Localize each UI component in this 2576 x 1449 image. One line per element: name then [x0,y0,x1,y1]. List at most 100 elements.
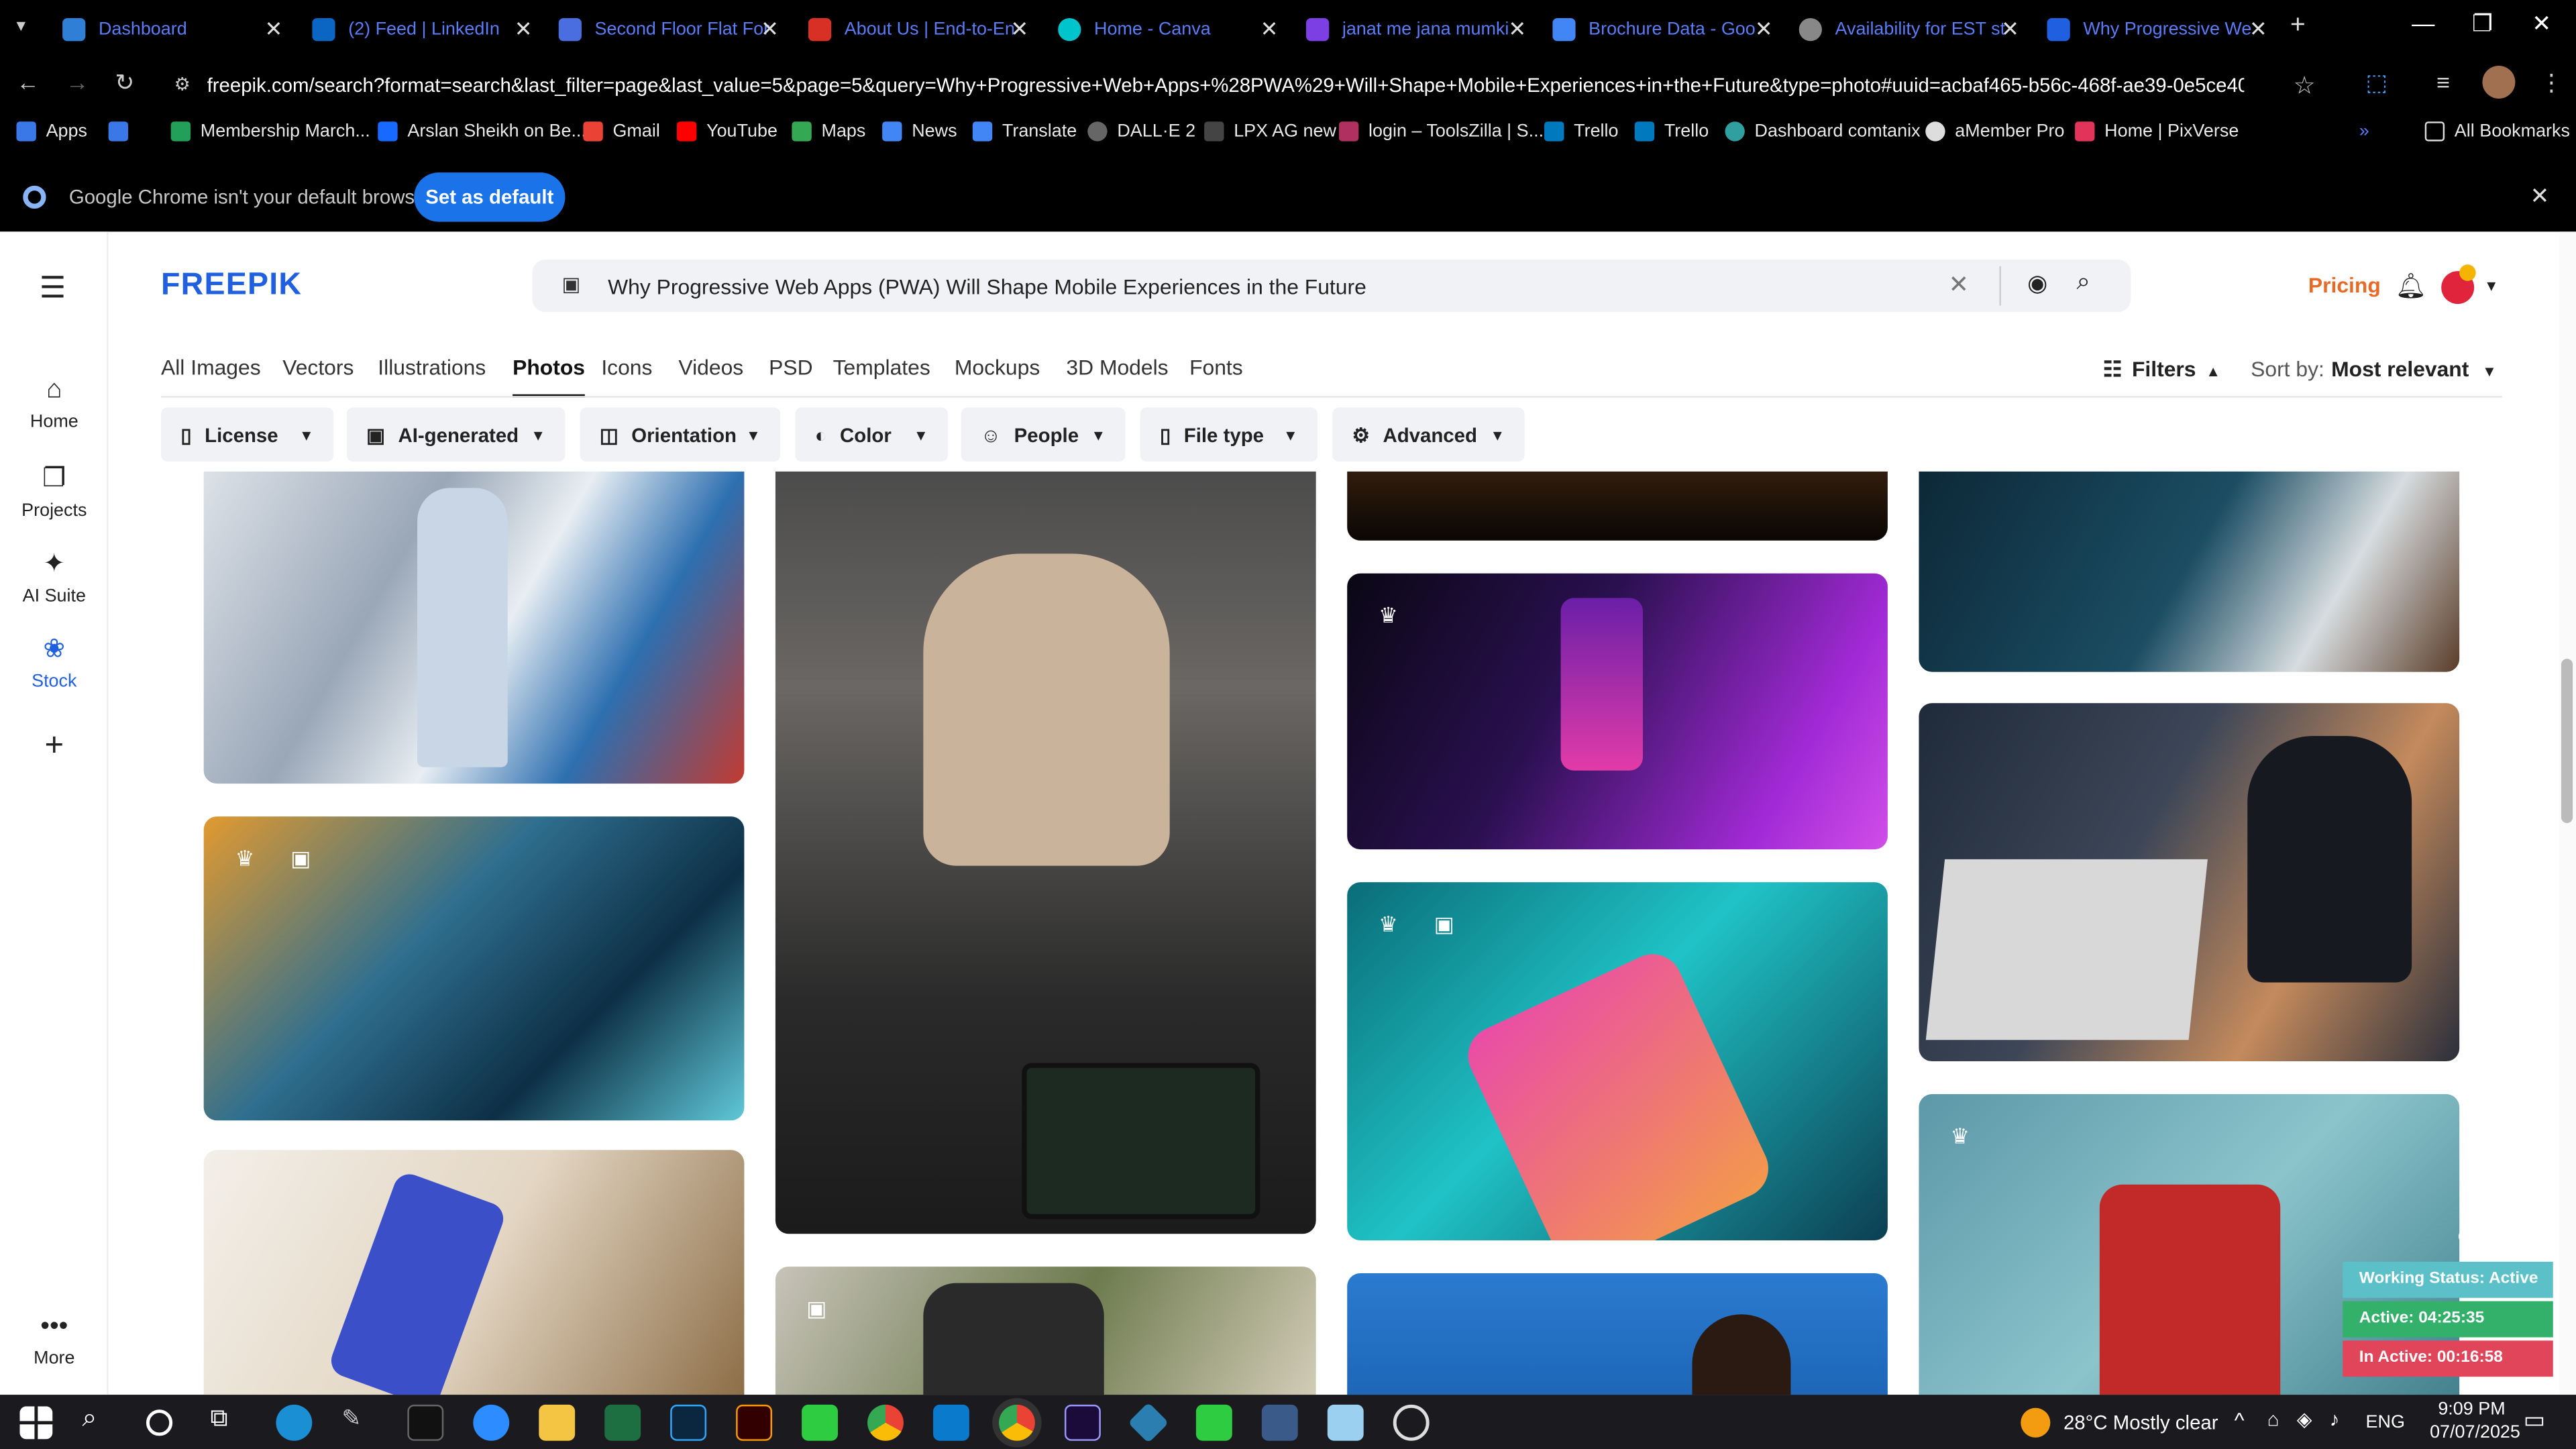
filter-orientation[interactable]: ◫ Orientation ▼ [580,407,781,462]
clock-date[interactable]: 07/07/2025 [2430,1423,2520,1442]
bookmark-arslan[interactable]: Arslan Sheikh on Be... [378,121,586,142]
chrome-active-icon[interactable] [998,1404,1035,1441]
forward-icon[interactable]: → [66,69,89,95]
filter-license[interactable]: ▯ License ▼ [161,407,334,462]
bookmark-apps[interactable]: Apps [16,121,87,142]
app-diamond-icon[interactable] [1128,1402,1169,1444]
open-app-link[interactable]: Open App ↗ [2458,1229,2549,1247]
search-bar[interactable]: ▣ Why Progressive Web Apps (PWA) Will Sh… [532,259,2131,313]
scrollbar-thumb[interactable] [2561,659,2573,823]
minimize-icon[interactable]: — [2399,10,2448,36]
close-icon[interactable]: ✕ [1010,16,1028,42]
photoshop-icon[interactable] [670,1404,707,1441]
edge-icon[interactable] [276,1404,313,1441]
set-as-default-button[interactable]: Set as default [414,172,566,222]
bookmark-trello-1[interactable]: Trello [1544,121,1619,142]
sidebar-item-stock[interactable]: ❀ Stock [0,633,109,692]
freepik-logo[interactable]: FREEPIK [161,268,302,304]
tab-janat[interactable]: janat me jana mumki ✕ [1305,7,1536,53]
task-view-icon[interactable]: ⧉ [210,1405,246,1441]
tab-availability[interactable]: Availability for EST st ✕ [1799,7,2029,53]
network-icon[interactable]: ⌂ [2267,1408,2279,1431]
media-icon[interactable]: ≡ [2436,69,2450,95]
all-bookmarks[interactable]: All Bookmarks [2424,121,2570,142]
menu-icon[interactable]: ⋮ [2540,69,2563,97]
windows-start-icon[interactable] [19,1406,53,1440]
search-icon[interactable]: ⌕ [2077,268,2091,296]
tab-dashboard[interactable]: Dashboard ✕ [62,7,292,53]
profile-avatar[interactable] [2482,65,2516,99]
hamburger-menu-icon[interactable]: ☰ [40,271,66,305]
bookmarks-overflow-icon[interactable]: » [2359,121,2369,141]
weather-text[interactable]: 28°C Mostly clear [2063,1411,2218,1434]
file-explorer-icon[interactable] [539,1404,576,1441]
sidebar-item-ai-suite[interactable]: ✦ AI Suite [0,547,109,606]
tab-all-images[interactable]: All Images [161,355,261,380]
photo-phone-trees[interactable]: ▣ [775,1267,1316,1395]
filters-toggle[interactable]: ☷ Filters ▲ [2103,356,2220,382]
new-tab-icon[interactable]: + [2290,11,2306,41]
sort-dropdown[interactable]: Most relevant ▼ [2331,356,2497,381]
calculator-icon[interactable] [1261,1404,1298,1441]
photo-hologram-phone[interactable]: ♛ ▣ [203,816,745,1121]
excel-icon[interactable] [604,1404,641,1441]
pricing-link[interactable]: Pricing [2308,273,2381,298]
close-icon[interactable]: ✕ [2001,16,2019,42]
extensions-icon[interactable]: ⬚ [2366,69,2387,97]
bell-icon[interactable]: 🔔︎ [2396,271,2427,301]
wifi-icon[interactable]: ◈ [2297,1408,2312,1431]
filter-people[interactable]: ☺ People ▼ [961,407,1126,462]
close-icon[interactable]: ✕ [265,16,283,42]
tab-brochure[interactable]: Brochure Data - Goo ✕ [1552,7,1782,53]
zoom-icon[interactable] [473,1404,510,1441]
tray-chevron-icon[interactable]: ^ [2235,1408,2245,1433]
infobar-close-icon[interactable]: ✕ [2530,182,2549,211]
app-green-icon[interactable] [802,1404,838,1441]
tab-3d-models[interactable]: 3D Models [1066,355,1168,380]
illustrator-icon[interactable] [736,1404,773,1441]
add-icon[interactable]: + [0,728,109,765]
search-input[interactable]: Why Progressive Web Apps (PWA) Will Shap… [608,274,1366,299]
photo-shopping-phone[interactable]: ♛ ▣ [1347,882,1888,1240]
tab-photos[interactable]: Photos [513,355,585,398]
photo-man-phone-screens[interactable] [203,471,745,784]
bookmark-news[interactable]: News [882,121,957,142]
terminal-icon[interactable] [407,1404,444,1441]
bookmark-dashboard-comtanix[interactable]: Dashboard comtanix [1725,121,1921,142]
tab-videos[interactable]: Videos [678,355,743,380]
tab-psd[interactable]: PSD [769,355,812,380]
sidebar-item-more[interactable]: ••• More [0,1313,109,1368]
filter-file-type[interactable]: ▯ File type ▼ [1140,407,1318,462]
photo-woman-tablet[interactable] [775,471,1316,1234]
close-icon[interactable]: ✕ [1260,16,1279,42]
photo-neon-phone-cubes[interactable]: ♛ [1347,573,1888,850]
photo-woman-blue[interactable] [1347,1273,1888,1395]
tab-fonts[interactable]: Fonts [1189,355,1243,380]
photo-dark-top[interactable] [1347,471,1888,541]
photo-hand-phone-keyboard[interactable] [1919,471,2460,672]
language-indicator[interactable]: ENG [2366,1413,2405,1432]
reload-icon[interactable]: ↻ [115,69,134,97]
notifications-icon[interactable]: ▭ [2524,1406,2545,1434]
close-icon[interactable]: ✕ [2249,16,2267,42]
bookmark-star-icon[interactable]: ☆ [2294,70,2316,101]
vscode-icon[interactable] [933,1404,969,1441]
tab-search-icon[interactable]: ▾ [16,15,25,36]
bookmark-dalle[interactable]: DALL·E 2 [1087,121,1195,142]
search-icon[interactable]: ⌕ [82,1405,118,1441]
close-icon[interactable]: ✕ [515,16,533,42]
bookmark-toolszilla[interactable]: login – ToolsZilla | S... [1338,121,1544,142]
bookmark-maps[interactable]: Maps [792,121,865,142]
close-icon[interactable]: ✕ [761,16,779,42]
tab-linkedin[interactable]: (2) Feed | LinkedIn ✕ [312,7,542,53]
tab-illustrations[interactable]: Illustrations [378,355,486,380]
tab-icons[interactable]: Icons [601,355,652,380]
tab-canva[interactable]: Home - Canva ✕ [1058,7,1288,53]
photo-communication-phone[interactable] [203,1150,745,1395]
clock-time[interactable]: 9:09 PM [2438,1400,2505,1419]
filter-ai-generated[interactable]: ▣ AI-generated ▼ [346,407,566,462]
bookmark-membership[interactable]: Membership March... [170,121,370,142]
bookmark-gmail[interactable]: Gmail [583,121,660,142]
bookmark-trello-2[interactable]: Trello [1634,121,1709,142]
close-icon[interactable]: ✕ [1755,16,1773,42]
